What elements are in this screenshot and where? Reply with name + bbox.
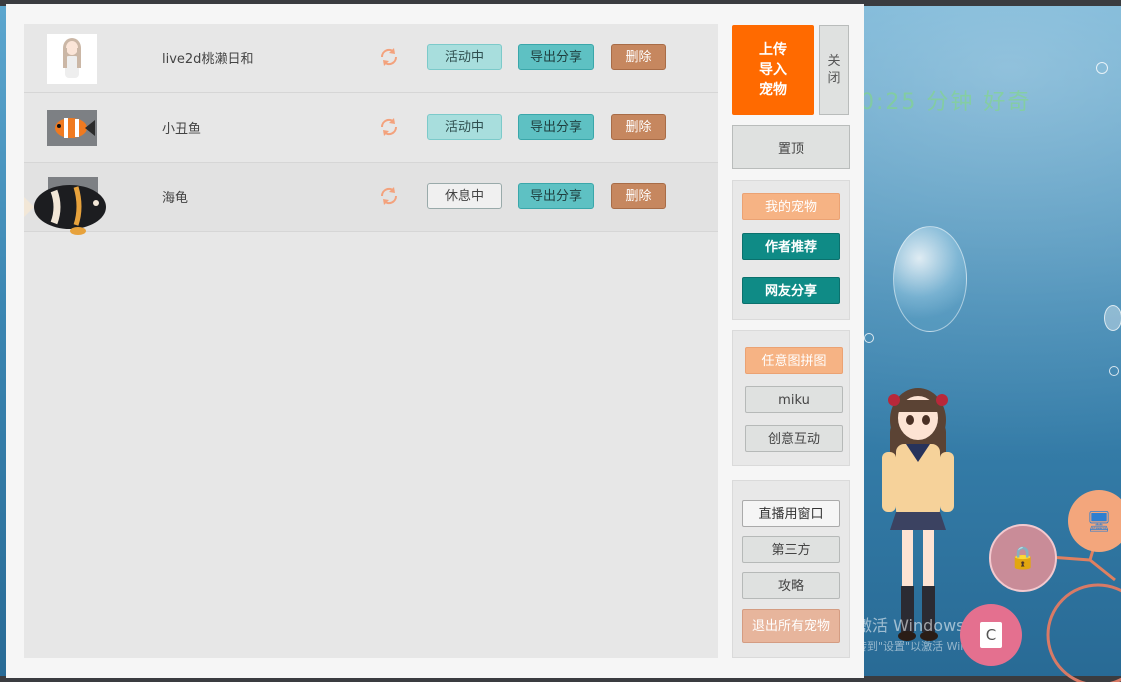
upload-import-pet-button[interactable]: 上传 导入 宠物 xyxy=(732,25,814,115)
guide-button[interactable]: 攻略 xyxy=(742,572,840,599)
pet-source-group: 我的宠物 作者推荐 网友分享 xyxy=(732,180,850,320)
document-icon: C xyxy=(980,622,1002,648)
lock-icon: 🔒 xyxy=(1009,545,1037,571)
upload-label: 上传 导入 宠物 xyxy=(759,42,787,98)
delete-button[interactable]: 删除 xyxy=(611,114,666,140)
author-recommend-button[interactable]: 作者推荐 xyxy=(742,233,840,260)
status-toggle-button[interactable]: 活动中 xyxy=(427,114,502,140)
puzzle-button[interactable]: 任意图拼图 xyxy=(745,347,843,374)
exit-all-pets-button[interactable]: 退出所有宠物 xyxy=(742,609,840,643)
export-share-button[interactable]: 导出分享 xyxy=(518,44,594,70)
copyright-button[interactable]: C xyxy=(960,604,1022,666)
delete-button[interactable]: 删除 xyxy=(611,44,666,70)
pet-thumbnail xyxy=(47,110,97,146)
refresh-icon[interactable] xyxy=(378,116,400,138)
computer-icon: 🖥 xyxy=(1086,509,1112,533)
status-toggle-button[interactable]: 休息中 xyxy=(427,183,502,209)
export-share-button[interactable]: 导出分享 xyxy=(518,114,594,140)
pet-thumbnail xyxy=(47,34,97,84)
export-share-button[interactable]: 导出分享 xyxy=(518,183,594,209)
small-bubble xyxy=(1104,305,1121,331)
user-share-button[interactable]: 网友分享 xyxy=(742,277,840,304)
lock-button[interactable]: 🔒 xyxy=(989,524,1057,592)
pet-name: 海龟 xyxy=(162,191,189,206)
creative-interaction-button[interactable]: 创意互动 xyxy=(745,425,843,452)
extras-group: 任意图拼图 miku 创意互动 xyxy=(732,330,850,466)
delete-button[interactable]: 删除 xyxy=(611,183,666,209)
desktop-clock-text: 0:25 分钟 好奇 xyxy=(860,90,1032,115)
clownfish-thumbnail-icon xyxy=(55,118,95,138)
girl-thumbnail-icon xyxy=(63,38,81,78)
turtle-fish-thumbnail-icon xyxy=(24,177,106,235)
refresh-icon[interactable] xyxy=(378,46,400,68)
close-label: 关 闭 xyxy=(827,54,841,86)
computer-button[interactable]: 🖥 xyxy=(1068,490,1121,552)
water-bubble xyxy=(893,226,967,332)
live-window-button[interactable]: 直播用窗口 xyxy=(742,500,840,527)
pin-to-top-button[interactable]: 置顶 xyxy=(732,125,850,169)
close-button[interactable]: 关 闭 xyxy=(819,25,849,115)
small-bubble xyxy=(1109,366,1119,376)
my-pets-button[interactable]: 我的宠物 xyxy=(742,193,840,220)
third-party-button[interactable]: 第三方 xyxy=(742,536,840,563)
anime-girl-pet-character[interactable] xyxy=(872,380,964,650)
activate-windows-watermark: 激活 Windows xyxy=(856,616,965,635)
list-item: 小丑鱼 活动中 导出分享 删除 xyxy=(24,94,718,163)
pet-name: live2d桃濑日和 xyxy=(162,52,254,67)
refresh-icon[interactable] xyxy=(378,185,400,207)
list-item: 海龟 休息中 导出分享 删除 xyxy=(24,163,718,235)
pet-list: live2d桃濑日和 活动中 导出分享 删除 小丑鱼 活动中 导出分享 删除 海… xyxy=(24,24,718,658)
small-bubble xyxy=(1096,62,1108,74)
small-bubble xyxy=(864,333,874,343)
miku-button[interactable]: miku xyxy=(745,386,843,413)
status-toggle-button[interactable]: 活动中 xyxy=(427,44,502,70)
pet-name: 小丑鱼 xyxy=(162,122,202,137)
misc-group: 直播用窗口 第三方 攻略 退出所有宠物 xyxy=(732,480,850,658)
list-item: live2d桃濑日和 活动中 导出分享 删除 xyxy=(24,24,718,93)
